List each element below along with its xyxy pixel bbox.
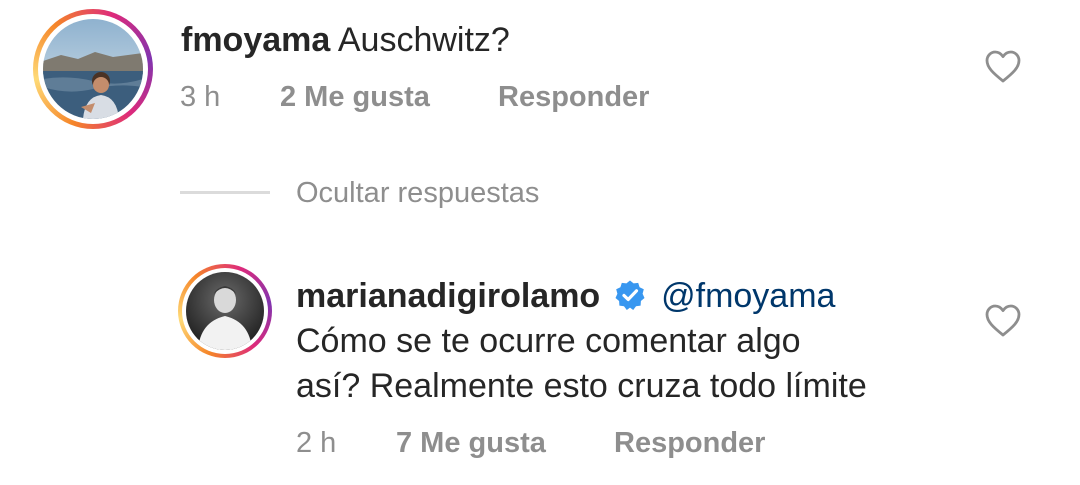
- heart-outline-icon: [985, 304, 1021, 337]
- reply-likes-count[interactable]: 7 Me gusta: [396, 427, 546, 460]
- reply-avatar-photo-icon: [186, 272, 264, 350]
- reply-time: 2 h: [296, 427, 337, 459]
- avatar-photo-icon: [43, 19, 143, 119]
- heart-outline-icon: [985, 50, 1021, 83]
- reply-username[interactable]: marianadigirolamo: [296, 277, 600, 315]
- verified-badge-icon: [614, 279, 646, 311]
- avatar[interactable]: [33, 9, 153, 129]
- reply-text-line-1: Cómo se te ocurre comentar algo: [296, 322, 801, 360]
- replies-divider: [180, 191, 270, 194]
- comment-item: fmoyama Auschwitz? 3 h 2 Me gusta Respon…: [0, 0, 1080, 150]
- reply-like-button[interactable]: [985, 304, 1021, 338]
- reply-header: marianadigirolamo @fmoyama: [296, 275, 835, 317]
- reply-avatar[interactable]: [178, 264, 272, 358]
- hide-replies-toggle[interactable]: Ocultar respuestas: [180, 170, 600, 218]
- reply-reply-button[interactable]: Responder: [614, 427, 765, 460]
- reply-text-line-2: así? Realmente esto cruza todo límite: [296, 367, 867, 405]
- comment-body: fmoyama Auschwitz?: [181, 19, 510, 61]
- comment-text: Auschwitz?: [337, 21, 510, 59]
- comment-like-button[interactable]: [985, 50, 1021, 84]
- comment-reply-button[interactable]: Responder: [498, 81, 649, 114]
- hide-replies-label: Ocultar respuestas: [296, 177, 540, 209]
- reply-mention-link[interactable]: @fmoyama: [661, 277, 835, 315]
- comment-username[interactable]: fmoyama: [181, 21, 330, 59]
- comment-time: 3 h: [180, 81, 221, 113]
- reply-item: marianadigirolamo @fmoyama Cómo se te oc…: [0, 250, 1080, 485]
- comment-likes-count[interactable]: 2 Me gusta: [280, 81, 430, 114]
